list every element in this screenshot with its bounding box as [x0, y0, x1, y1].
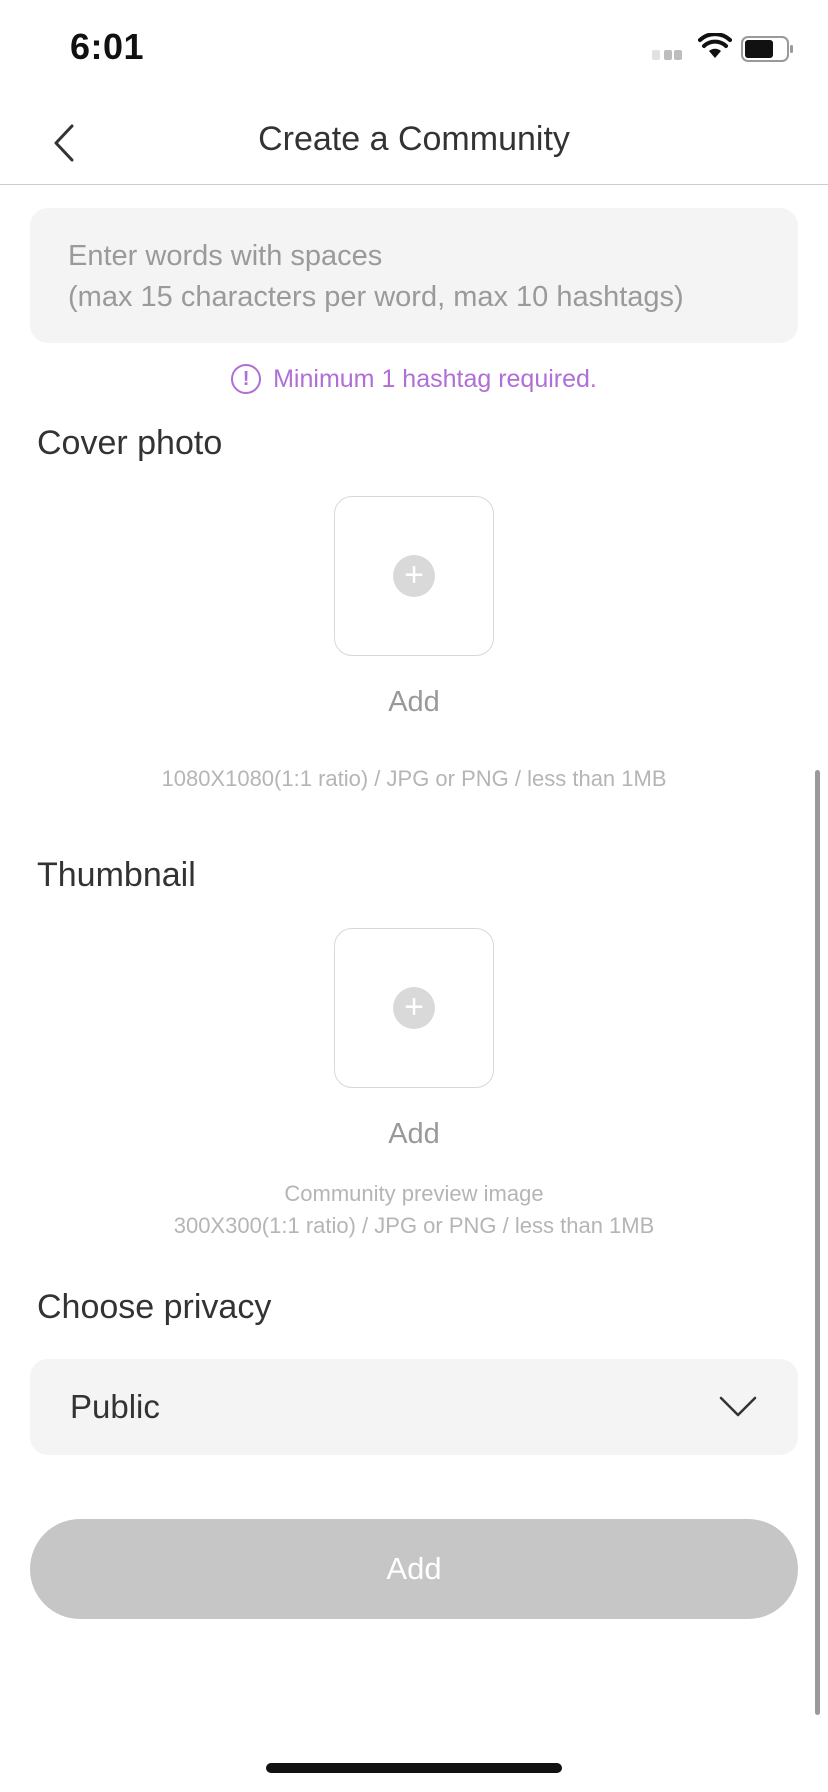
alert-circle-icon: ! — [231, 364, 262, 394]
hashtag-placeholder-line1: Enter words with spaces — [68, 240, 383, 272]
hashtag-placeholder-line2: (max 15 characters per word, max 10 hash… — [68, 281, 684, 313]
privacy-select[interactable]: Public — [30, 1359, 798, 1455]
plus-icon: + — [393, 987, 435, 1029]
cover-photo-hint: 1080X1080(1:1 ratio) / JPG or PNG / less… — [161, 766, 667, 791]
cover-photo-add-label: Add — [388, 686, 440, 718]
battery-icon — [741, 36, 793, 62]
thumbnail-add-label: Add — [388, 1118, 440, 1150]
add-community-button[interactable]: Add — [30, 1519, 798, 1619]
hashtag-warning-text: Minimum 1 hashtag required. — [273, 364, 597, 393]
scrollbar[interactable] — [815, 770, 820, 1715]
hashtag-input[interactable]: Enter words with spaces (max 15 characte… — [30, 208, 798, 343]
privacy-selected-value: Public — [70, 1388, 160, 1425]
status-time: 6:01 — [70, 26, 145, 67]
chevron-down-icon — [719, 1396, 757, 1417]
page-title: Create a Community — [258, 120, 570, 158]
home-indicator — [266, 1763, 562, 1773]
hashtag-warning: ! Minimum 1 hashtag required. — [0, 364, 828, 394]
wifi-icon — [698, 33, 732, 58]
thumbnail-title: Thumbnail — [37, 856, 196, 894]
cellular-signal-icon — [652, 50, 682, 60]
cover-photo-title: Cover photo — [37, 424, 223, 462]
status-bar: 6:01 — [0, 0, 828, 100]
thumbnail-upload-button[interactable]: + — [334, 928, 494, 1088]
thumbnail-hint-line2: 300X300(1:1 ratio) / JPG or PNG / less t… — [173, 1213, 655, 1238]
thumbnail-hint-line1: Community preview image — [284, 1181, 544, 1206]
plus-icon: + — [393, 555, 435, 597]
cover-photo-upload-button[interactable]: + — [334, 496, 494, 656]
header: Create a Community — [0, 100, 828, 185]
privacy-title: Choose privacy — [37, 1288, 272, 1326]
